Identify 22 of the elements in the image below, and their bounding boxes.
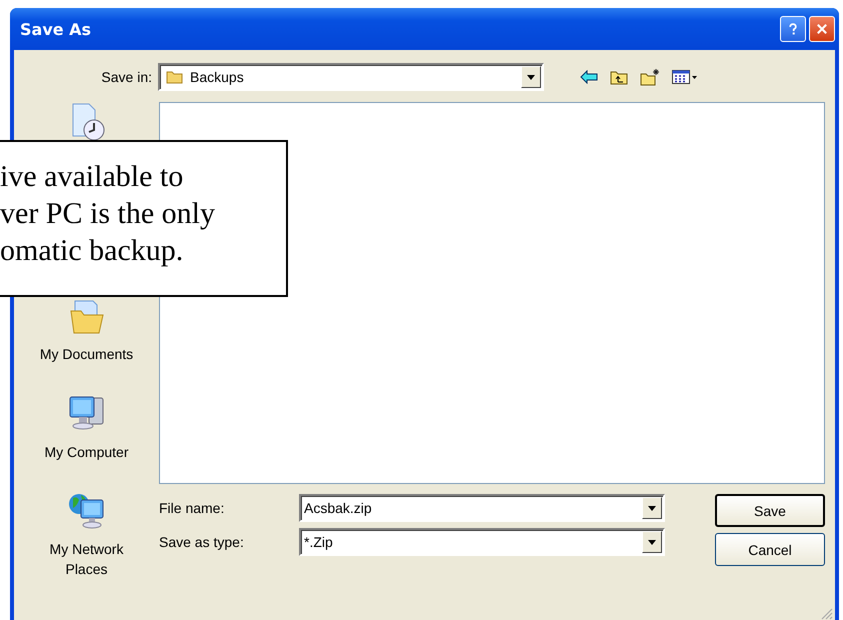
resize-grip-icon[interactable]	[821, 608, 833, 620]
save-button[interactable]: Save	[715, 494, 825, 527]
close-button[interactable]	[809, 16, 835, 42]
callout-text: ive available to ver PC is the only omatic backup.	[0, 159, 216, 269]
save-in-label: Save in:	[100, 69, 153, 85]
save-in-dropdown[interactable]: Backups	[158, 63, 544, 91]
new-folder-icon[interactable]	[640, 68, 660, 86]
file-name-field[interactable]: Acsbak.zip	[299, 494, 665, 522]
close-icon	[815, 22, 829, 36]
up-folder-icon[interactable]	[610, 69, 628, 85]
view-menu-icon[interactable]	[672, 69, 698, 85]
file-name-label: File name:	[159, 500, 226, 516]
help-button[interactable]	[780, 16, 806, 42]
window-title: Save As	[20, 20, 92, 38]
place-label[interactable]: My Documents	[40, 345, 134, 365]
back-arrow-icon[interactable]	[580, 70, 598, 84]
place-label[interactable]: My Network Places	[34, 540, 139, 580]
save-as-type-label: Save as type:	[159, 534, 245, 550]
folder-icon	[166, 70, 184, 84]
cancel-button[interactable]: Cancel	[715, 533, 825, 566]
save-as-type-dropdown[interactable]: *.Zip	[299, 528, 665, 556]
place-label[interactable]: My Computer	[44, 442, 129, 462]
